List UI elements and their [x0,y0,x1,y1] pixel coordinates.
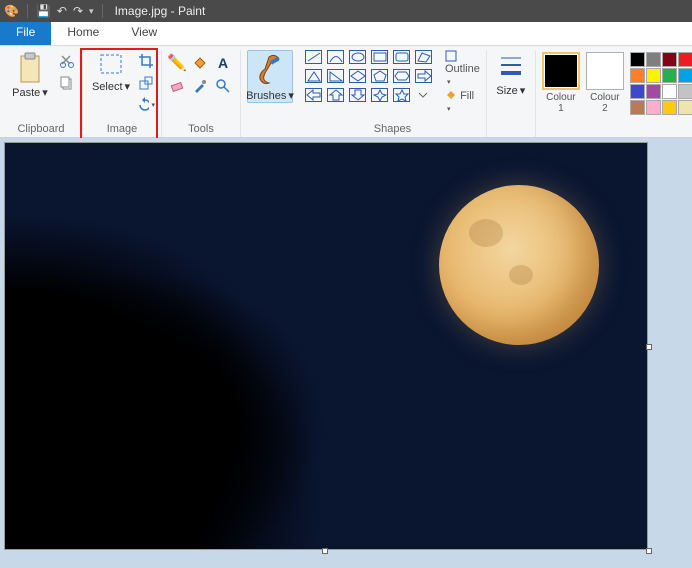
rotate-icon[interactable]: ▾ [137,96,155,114]
palette-swatch[interactable] [646,100,661,115]
group-label-size [509,121,512,137]
colour-2-swatch [586,52,624,90]
palette-swatch[interactable] [678,84,692,99]
size-button[interactable]: Size▾ [493,50,529,97]
palette-swatch[interactable] [662,100,677,115]
tab-home[interactable]: Home [51,22,115,45]
group-clipboard: Paste▾ Clipboard [0,50,83,137]
group-tools: ✏️ A Tools [162,50,241,137]
shape-oval-icon[interactable] [349,50,366,64]
shape-hexagon-icon[interactable] [393,69,410,83]
palette-swatch[interactable] [646,52,661,67]
group-shapes: Outline ▾ Fill ▾ Shapes [299,50,487,137]
paint-logo-icon: 🎨 [4,4,19,18]
palette-swatch[interactable] [678,68,692,83]
shapes-more-icon[interactable] [415,88,432,102]
shape-star5-icon[interactable] [393,88,410,102]
resize-handle-s[interactable] [322,548,328,554]
brush-icon [255,53,285,87]
shape-fill-button[interactable]: Fill ▾ [445,89,480,114]
shape-roundrect-icon[interactable] [393,50,410,64]
image-tree-silhouette [4,209,395,550]
palette-swatch[interactable] [662,68,677,83]
canvas-area [0,138,692,568]
magnifier-icon[interactable] [214,77,232,95]
group-colours: Colour 1 Colour 2 [536,50,692,137]
group-image: Select▾ ▾ Image [83,50,162,137]
fill-icon[interactable] [191,54,209,72]
shape-pentagon-icon[interactable] [371,69,388,83]
group-label-shapes: Shapes [374,121,411,137]
paste-button[interactable]: Paste▾ [6,50,54,99]
shape-rtriangle-icon[interactable] [327,69,344,83]
select-button[interactable]: Select▾ [89,50,133,93]
redo-icon[interactable]: ↷ [73,4,83,18]
palette-swatch[interactable] [678,100,692,115]
palette-swatch[interactable] [646,84,661,99]
ribbon-tabs: File Home View [0,22,692,46]
cut-icon[interactable] [58,52,76,70]
tab-file[interactable]: File [0,22,51,45]
eyedropper-icon[interactable] [191,77,209,95]
pencil-icon[interactable]: ✏️ [168,54,186,72]
palette-swatch[interactable] [630,84,645,99]
quick-access-toolbar: 🎨 💾 ↶ ↷ ▾ [4,4,105,18]
shape-outline-button[interactable]: Outline ▾ [445,50,480,87]
group-label-colours [616,121,619,137]
shape-arrow-up-icon[interactable] [327,88,344,102]
size-lines-icon [498,52,524,82]
clipboard-icon [16,52,44,84]
copy-icon[interactable] [58,74,76,92]
resize-handle-e[interactable] [646,344,652,350]
shape-star4-icon[interactable] [371,88,388,102]
shape-line-icon[interactable] [305,50,322,64]
group-size: Size▾ [487,50,536,137]
text-icon[interactable]: A [214,54,232,72]
palette-swatch[interactable] [678,52,692,67]
ribbon: Paste▾ Clipboard Select▾ ▾ Image [0,46,692,138]
palette-swatch[interactable] [630,100,645,115]
palette-swatch[interactable] [630,68,645,83]
shapes-gallery[interactable] [305,50,435,106]
shape-rect-icon[interactable] [371,50,388,64]
colour-palette[interactable] [630,52,692,115]
group-label-image: Image [107,121,138,137]
shape-triangle-icon[interactable] [305,69,322,83]
shape-diamond-icon[interactable] [349,69,366,83]
shape-arrow-down-icon[interactable] [349,88,366,102]
palette-swatch[interactable] [646,68,661,83]
shape-polygon-icon[interactable] [415,50,432,64]
colour-2-button[interactable]: Colour 2 [586,52,624,114]
shape-arrow-right-icon[interactable] [415,69,432,83]
group-brushes: Brushes▾ [241,50,299,137]
crop-icon[interactable] [137,52,155,70]
tab-view[interactable]: View [115,22,173,45]
colour-1-swatch [542,52,580,90]
resize-icon[interactable] [137,74,155,92]
undo-icon[interactable]: ↶ [57,4,67,18]
palette-swatch[interactable] [662,84,677,99]
title-bar: 🎨 💾 ↶ ↷ ▾ Image.jpg - Paint [0,0,692,22]
shape-arrow-left-icon[interactable] [305,88,322,102]
qat-dropdown-icon[interactable]: ▾ [89,6,94,17]
shape-curve-icon[interactable] [327,50,344,64]
palette-swatch[interactable] [662,52,677,67]
save-icon[interactable]: 💾 [36,4,51,18]
resize-handle-se[interactable] [646,548,652,554]
image-moon [439,185,599,345]
select-rect-icon [98,52,124,78]
group-label-tools: Tools [188,121,214,137]
palette-swatch[interactable] [630,52,645,67]
group-label-brushes [268,121,271,137]
brushes-button[interactable]: Brushes▾ [247,50,293,103]
window-title: Image.jpg - Paint [115,4,206,18]
eraser-icon[interactable] [168,77,186,95]
group-label-clipboard: Clipboard [17,121,64,137]
colour-1-button[interactable]: Colour 1 [542,52,580,114]
canvas[interactable] [4,142,648,550]
